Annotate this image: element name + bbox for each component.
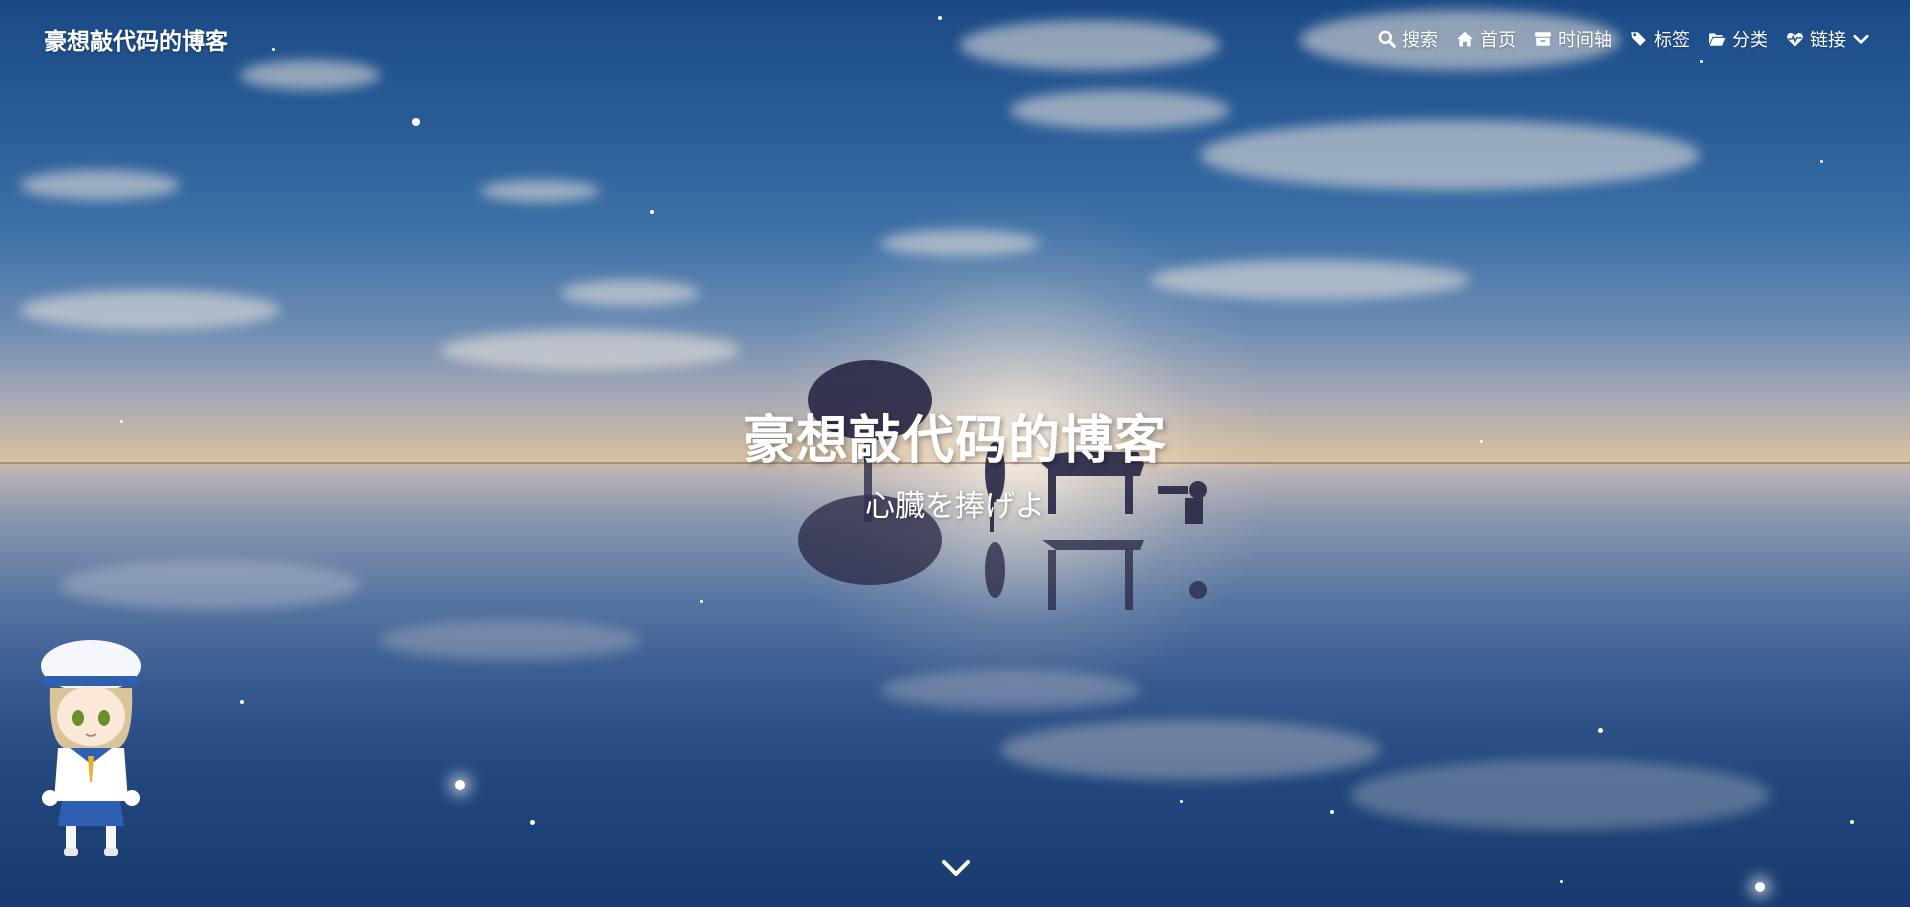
cloud xyxy=(440,330,740,370)
cloud-reflection xyxy=(60,560,360,610)
cloud xyxy=(480,180,600,202)
cloud-reflection xyxy=(1350,760,1770,830)
star xyxy=(700,600,703,603)
home-icon xyxy=(1457,31,1473,47)
tags-icon xyxy=(1631,32,1646,46)
nav-item-label: 首页 xyxy=(1480,30,1516,50)
star xyxy=(455,780,465,790)
nav-item-tags[interactable]: 标签 xyxy=(1630,26,1690,52)
star xyxy=(1850,820,1854,824)
site-info: 豪想敲代码的博客 心臓を捧げよ xyxy=(0,398,1910,525)
cloud-reflection xyxy=(1000,720,1380,780)
nav-item-home[interactable]: 首页 xyxy=(1456,26,1516,52)
search-icon xyxy=(1378,30,1396,48)
brand-logo-link[interactable]: 豪想敲代码的博客 xyxy=(44,22,228,56)
site-title: 豪想敲代码的博客 xyxy=(742,412,1167,470)
star xyxy=(530,820,535,825)
site-subtitle: 心臓を捧げよ xyxy=(865,490,1045,523)
chevron-down-icon xyxy=(1853,34,1869,44)
live2d-mascot[interactable] xyxy=(28,636,154,858)
star xyxy=(1820,160,1823,163)
star xyxy=(1180,800,1183,803)
star xyxy=(240,700,244,704)
nav-menu: 搜索 首页 时间轴 标签 分类 链接 xyxy=(1378,26,1870,52)
cloud-reflection xyxy=(380,620,640,660)
nav-item-label: 时间轴 xyxy=(1558,30,1612,50)
cloud-reflection xyxy=(880,670,1140,710)
archive-icon xyxy=(1535,32,1551,46)
star xyxy=(412,118,420,126)
scroll-down-button[interactable] xyxy=(940,856,972,880)
cloud xyxy=(1150,260,1470,300)
folder-open-icon xyxy=(1709,33,1726,46)
nav-item-timeline[interactable]: 时间轴 xyxy=(1534,26,1612,52)
nav-item-label: 链接 xyxy=(1810,30,1846,50)
nav-item-categories[interactable]: 分类 xyxy=(1708,26,1768,52)
star xyxy=(1560,880,1563,883)
cloud xyxy=(1200,120,1700,190)
nav-item-label: 标签 xyxy=(1654,30,1690,50)
cloud xyxy=(560,280,700,306)
nav-item-search[interactable]: 搜索 xyxy=(1378,26,1438,52)
chevron-down-icon xyxy=(942,860,970,876)
star xyxy=(650,210,654,214)
star xyxy=(1755,882,1765,892)
nav-item-label: 搜索 xyxy=(1402,30,1438,50)
star xyxy=(1598,728,1603,733)
cloud xyxy=(1010,90,1230,130)
star xyxy=(1330,810,1334,814)
nav-item-label: 分类 xyxy=(1732,30,1768,50)
cloud xyxy=(20,170,180,200)
cloud xyxy=(880,230,1040,256)
nav-item-links[interactable]: 链接 xyxy=(1786,26,1870,52)
cloud xyxy=(20,290,280,330)
navbar: 豪想敲代码的博客 搜索 首页 时间轴 标签 分类 链接 xyxy=(0,0,1910,78)
heartbeat-icon xyxy=(1787,33,1803,47)
